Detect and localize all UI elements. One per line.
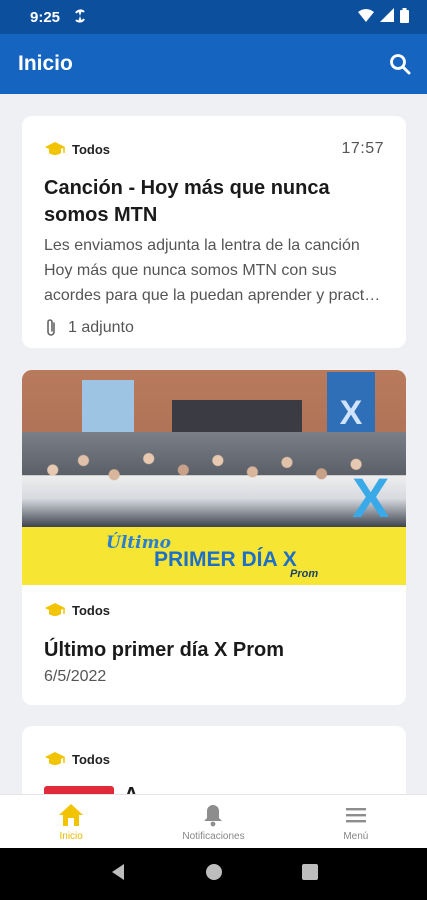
post-thumbnail: [44, 786, 114, 794]
nav-label: Menú: [343, 830, 369, 842]
battery-icon: [400, 7, 409, 27]
post-body: Les enviamos adjunta la lentra de la can…: [44, 237, 381, 304]
paperclip-icon: [44, 318, 62, 338]
post-time: 17:57: [341, 140, 384, 157]
sync-icon: [74, 8, 86, 26]
system-nav-bar: [0, 848, 427, 900]
search-icon[interactable]: [387, 51, 413, 77]
post-audience-tag: Todos: [72, 141, 111, 157]
post-title: Último primer día X Prom: [44, 639, 285, 661]
wifi-icon: [358, 8, 374, 26]
app-bar: Inicio: [0, 34, 427, 94]
post-header: Todos 17:57: [44, 138, 384, 160]
graduation-cap-icon: [44, 750, 66, 768]
nav-item-notificaciones[interactable]: Notificaciones: [142, 795, 284, 848]
page-title: Inicio: [18, 52, 73, 75]
signal-icon: [380, 8, 394, 26]
status-time: 9:25: [30, 8, 61, 26]
attachment-info[interactable]: 1 adjunto: [44, 318, 384, 338]
post-image: X X Último PRIMER DÍA X Prom: [22, 370, 406, 585]
home-icon: [58, 802, 84, 828]
graduation-cap-icon: [44, 601, 66, 619]
post-card[interactable]: Todos 17:57 Canción - Hoy más que nunca …: [22, 116, 406, 348]
home-circle-icon[interactable]: [205, 863, 223, 886]
status-bar: 9:25: [0, 0, 427, 34]
recents-icon[interactable]: [301, 863, 318, 885]
post-audience-tag: Todos: [72, 751, 111, 767]
image-text-prom: Prom: [290, 568, 319, 580]
post-title: Canción - Hoy más que nunca somos MTN: [44, 177, 330, 226]
menu-icon: [343, 802, 369, 828]
post-header: Todos: [44, 748, 384, 770]
nav-item-inicio[interactable]: Inicio: [0, 795, 142, 848]
post-date: 6/5/2022: [44, 668, 107, 685]
nav-item-menu[interactable]: Menú: [285, 795, 427, 848]
attachment-count: 1 adjunto: [68, 319, 134, 336]
feed: Todos 17:57 Canción - Hoy más que nunca …: [0, 94, 427, 794]
post-title: A: [124, 784, 138, 794]
image-text-primer: PRIMER DÍA X: [154, 548, 297, 571]
post-header: Todos: [44, 599, 384, 621]
nav-label: Inicio: [59, 830, 83, 842]
bell-icon: [200, 802, 226, 828]
graduation-cap-icon: [44, 140, 66, 158]
post-card[interactable]: Todos A: [22, 726, 406, 794]
back-icon[interactable]: [110, 863, 126, 886]
bottom-nav: Inicio Notificaciones Menú: [0, 794, 427, 848]
image-crowd: [22, 432, 406, 527]
post-card-with-image[interactable]: X X Último PRIMER DÍA X Prom Todos Últim…: [22, 370, 406, 705]
post-audience-tag: Todos: [72, 602, 111, 618]
nav-label: Notificaciones: [182, 830, 245, 842]
image-x-mark: X: [352, 466, 390, 529]
